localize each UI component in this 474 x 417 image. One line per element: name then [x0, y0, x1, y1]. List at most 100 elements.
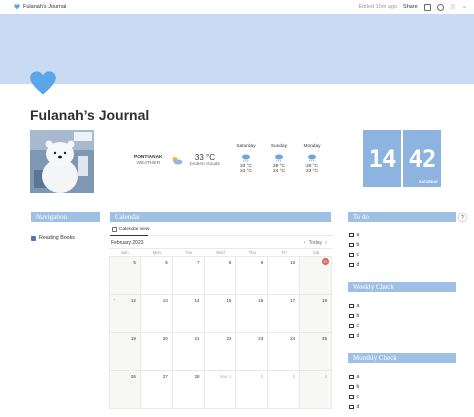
checkbox[interactable]	[349, 404, 354, 410]
clock-hours: 14	[363, 130, 401, 187]
calendar-day-cell[interactable]: 24	[268, 333, 301, 371]
navigation-header: Navigation	[31, 212, 100, 222]
help-button[interactable]: ?	[458, 213, 467, 222]
checkbox[interactable]	[349, 384, 354, 390]
monthly-item[interactable]: b	[349, 384, 359, 390]
clock-icon[interactable]	[436, 3, 444, 11]
calendar-day-cell[interactable]: 17	[268, 295, 301, 333]
calendar-day-cell[interactable]: 22	[204, 333, 237, 371]
monthly-item[interactable]: c	[349, 394, 359, 400]
calendar-day-cell[interactable]: 5	[109, 257, 141, 295]
todo-item[interactable]: b	[349, 242, 359, 248]
todo-item[interactable]: d	[349, 262, 359, 268]
edited-status: Edited 10m ago	[358, 4, 398, 10]
checkbox[interactable]	[349, 374, 354, 380]
calendar-day-number: 16	[258, 298, 264, 303]
weekly-label: b	[356, 313, 360, 319]
calendar-day-cell[interactable]: 14	[172, 295, 205, 333]
weather-location: PONTIANAK WEATHER	[134, 155, 163, 167]
checkbox[interactable]	[349, 252, 354, 258]
calendar-day-cell[interactable]: 25	[300, 333, 332, 371]
page-title[interactable]: Fulanah’s Journal	[30, 107, 149, 123]
calendar-day-number: 18	[321, 298, 327, 303]
weekly-item[interactable]: d	[349, 333, 359, 339]
calendar-day-cell[interactable]: 12 +	[109, 295, 141, 333]
calendar-day-cell[interactable]: Mar 1	[204, 371, 237, 409]
monthly-item[interactable]: d	[349, 404, 359, 410]
calendar-day-cell[interactable]: 9	[236, 257, 269, 295]
today-button[interactable]: Today	[309, 240, 322, 246]
calendar-day-cell[interactable]: 16	[236, 295, 269, 333]
chevron-left-icon[interactable]: ‹	[304, 240, 306, 246]
monthly-item[interactable]: a	[349, 374, 359, 380]
forecast-low: 24 °C	[272, 169, 286, 174]
checkbox[interactable]	[349, 394, 354, 400]
todo-label: b	[356, 242, 360, 248]
weekly-item[interactable]: c	[349, 323, 359, 329]
add-event-icon[interactable]: +	[113, 297, 115, 302]
calendar-day-number: 17	[290, 298, 296, 303]
calendar-day-cell[interactable]: 18	[300, 295, 332, 333]
calendar-day-cell[interactable]: 23	[236, 333, 269, 371]
weekly-item[interactable]: a	[349, 303, 359, 309]
todo-label: d	[356, 262, 360, 268]
chevron-right-icon[interactable]: ›	[325, 240, 327, 246]
calendar-day-cell[interactable]: 26	[109, 371, 141, 409]
calendar-day-cell[interactable]: 20	[140, 333, 173, 371]
calendar-day-number: 2	[260, 374, 264, 379]
checkbox[interactable]	[349, 242, 354, 248]
checkbox[interactable]	[349, 333, 354, 339]
calendar-grid: Sun Mon Tue Wed Thu Fri Sat 5 6 7 8 9 10 11 12 +…	[109, 248, 332, 417]
tab-calendar-view[interactable]: Calendar view	[112, 227, 149, 232]
todo-item[interactable]: a	[349, 232, 359, 238]
calendar-day-number: 23	[258, 336, 264, 341]
calendar-day-cell[interactable]: 6	[140, 257, 173, 295]
todo-item[interactable]: c	[349, 252, 359, 258]
calendar-day-cell[interactable]: 15	[204, 295, 237, 333]
rain-cloud-icon	[308, 154, 316, 162]
checkbox[interactable]	[349, 262, 354, 268]
calendar-day-cell[interactable]: 13	[140, 295, 173, 333]
calendar-day-number: 4	[324, 374, 327, 379]
calendar-day-cell[interactable]: 8	[204, 257, 237, 295]
breadcrumb[interactable]: Fulanah's Journal	[14, 4, 66, 10]
weekly-item[interactable]: b	[349, 313, 359, 319]
weekday-label: Sat	[312, 250, 320, 255]
forecast-low: 23 °C	[305, 169, 319, 174]
more-icon[interactable]: ···	[462, 4, 467, 11]
checkbox[interactable]	[349, 313, 354, 319]
share-button[interactable]: Share	[403, 4, 418, 10]
calendar-day-cell[interactable]: 3	[268, 371, 301, 409]
calendar-day-number: 11	[322, 258, 329, 265]
comment-icon[interactable]	[423, 3, 431, 11]
heart-icon[interactable]	[29, 70, 57, 96]
calendar-day-number: 5	[133, 260, 136, 265]
current-weather: 33 °C broken clouds	[190, 153, 220, 168]
checkbox[interactable]	[349, 323, 354, 329]
calendar-day-number: 6	[165, 260, 168, 265]
checkbox[interactable]	[349, 232, 354, 238]
checkbox[interactable]	[349, 303, 354, 309]
nav-item-reading-books[interactable]: Reading Books	[31, 235, 75, 241]
calendar-day-cell[interactable]: 27	[140, 371, 173, 409]
calendar-day-cell[interactable]: 28	[172, 371, 205, 409]
calendar-day-cell[interactable]: 10	[268, 257, 301, 295]
rain-cloud-icon	[275, 154, 283, 162]
weekday-label: Sun	[121, 250, 129, 255]
nav-item-label: Reading Books	[39, 235, 75, 241]
calendar-day-cell[interactable]: 4	[300, 371, 332, 409]
monthly-label: b	[356, 384, 360, 390]
calendar-day-cell[interactable]: 21	[172, 333, 205, 371]
star-icon[interactable]: ☆	[450, 3, 456, 11]
calendar-day-cell[interactable]: 11	[300, 257, 332, 295]
calendar-day-cell[interactable]: 2	[236, 371, 269, 409]
clock-day: SATURDAY	[419, 180, 438, 184]
calendar-day-cell[interactable]: 19	[109, 333, 141, 371]
weather-description: broken clouds	[190, 162, 220, 167]
calendar-day-number: Mar 1	[219, 374, 232, 379]
weekday-label: Tue	[185, 250, 193, 255]
calendar-day-cell[interactable]: 7	[172, 257, 205, 295]
forecast-day-label: Sunday	[270, 144, 288, 149]
tab-label: Calendar view	[119, 227, 150, 232]
page-cover[interactable]	[0, 14, 474, 84]
